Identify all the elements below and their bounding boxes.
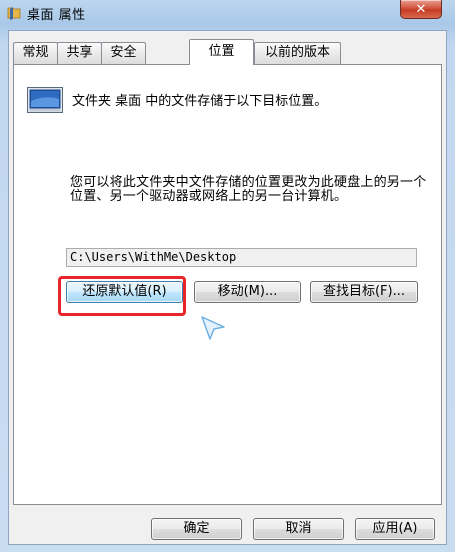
tab-sharing[interactable]: 共享 <box>57 42 102 64</box>
move-button[interactable]: 移动(M)... <box>194 281 301 303</box>
highlight-annotation <box>58 276 186 316</box>
title-bar: 桌面 属性 ✕ <box>0 0 455 26</box>
window-title: 桌面 属性 <box>27 8 86 23</box>
apply-button[interactable]: 应用(A) <box>355 518 435 540</box>
find-target-button[interactable]: 查找目标(F)... <box>310 281 418 303</box>
folder-icon <box>7 7 21 20</box>
dialog-body: 常规 共享 安全 位置 以前的版本 文件夹 桌面 中的文件存储于以下目标位置。 … <box>8 30 447 545</box>
tab-security[interactable]: 安全 <box>101 42 146 64</box>
location-heading: 文件夹 桌面 中的文件存储于以下目标位置。 <box>72 94 328 109</box>
location-path-field[interactable]: C:\Users\WithMe\Desktop <box>66 248 417 267</box>
tab-previous-versions[interactable]: 以前的版本 <box>254 42 341 64</box>
close-button[interactable]: ✕ <box>400 0 442 19</box>
cancel-button[interactable]: 取消 <box>253 518 344 540</box>
mouse-pointer-icon <box>201 316 225 340</box>
tab-location[interactable]: 位置 <box>189 39 254 65</box>
location-tab-panel: 文件夹 桌面 中的文件存储于以下目标位置。 您可以将此文件夹中文件存储的位置更改… <box>13 64 442 505</box>
properties-dialog: 桌面 属性 ✕ 常规 共享 安全 位置 以前的版本 文件夹 桌面 中的文件存储于… <box>0 0 455 552</box>
folder-icon <box>27 87 63 113</box>
location-description: 您可以将此文件夹中文件存储的位置更改为此硬盘上的另一个位置、另一个驱动器或网络上… <box>70 175 427 204</box>
close-icon: ✕ <box>415 1 427 17</box>
ok-button[interactable]: 确定 <box>151 518 242 540</box>
tab-general[interactable]: 常规 <box>13 42 58 64</box>
